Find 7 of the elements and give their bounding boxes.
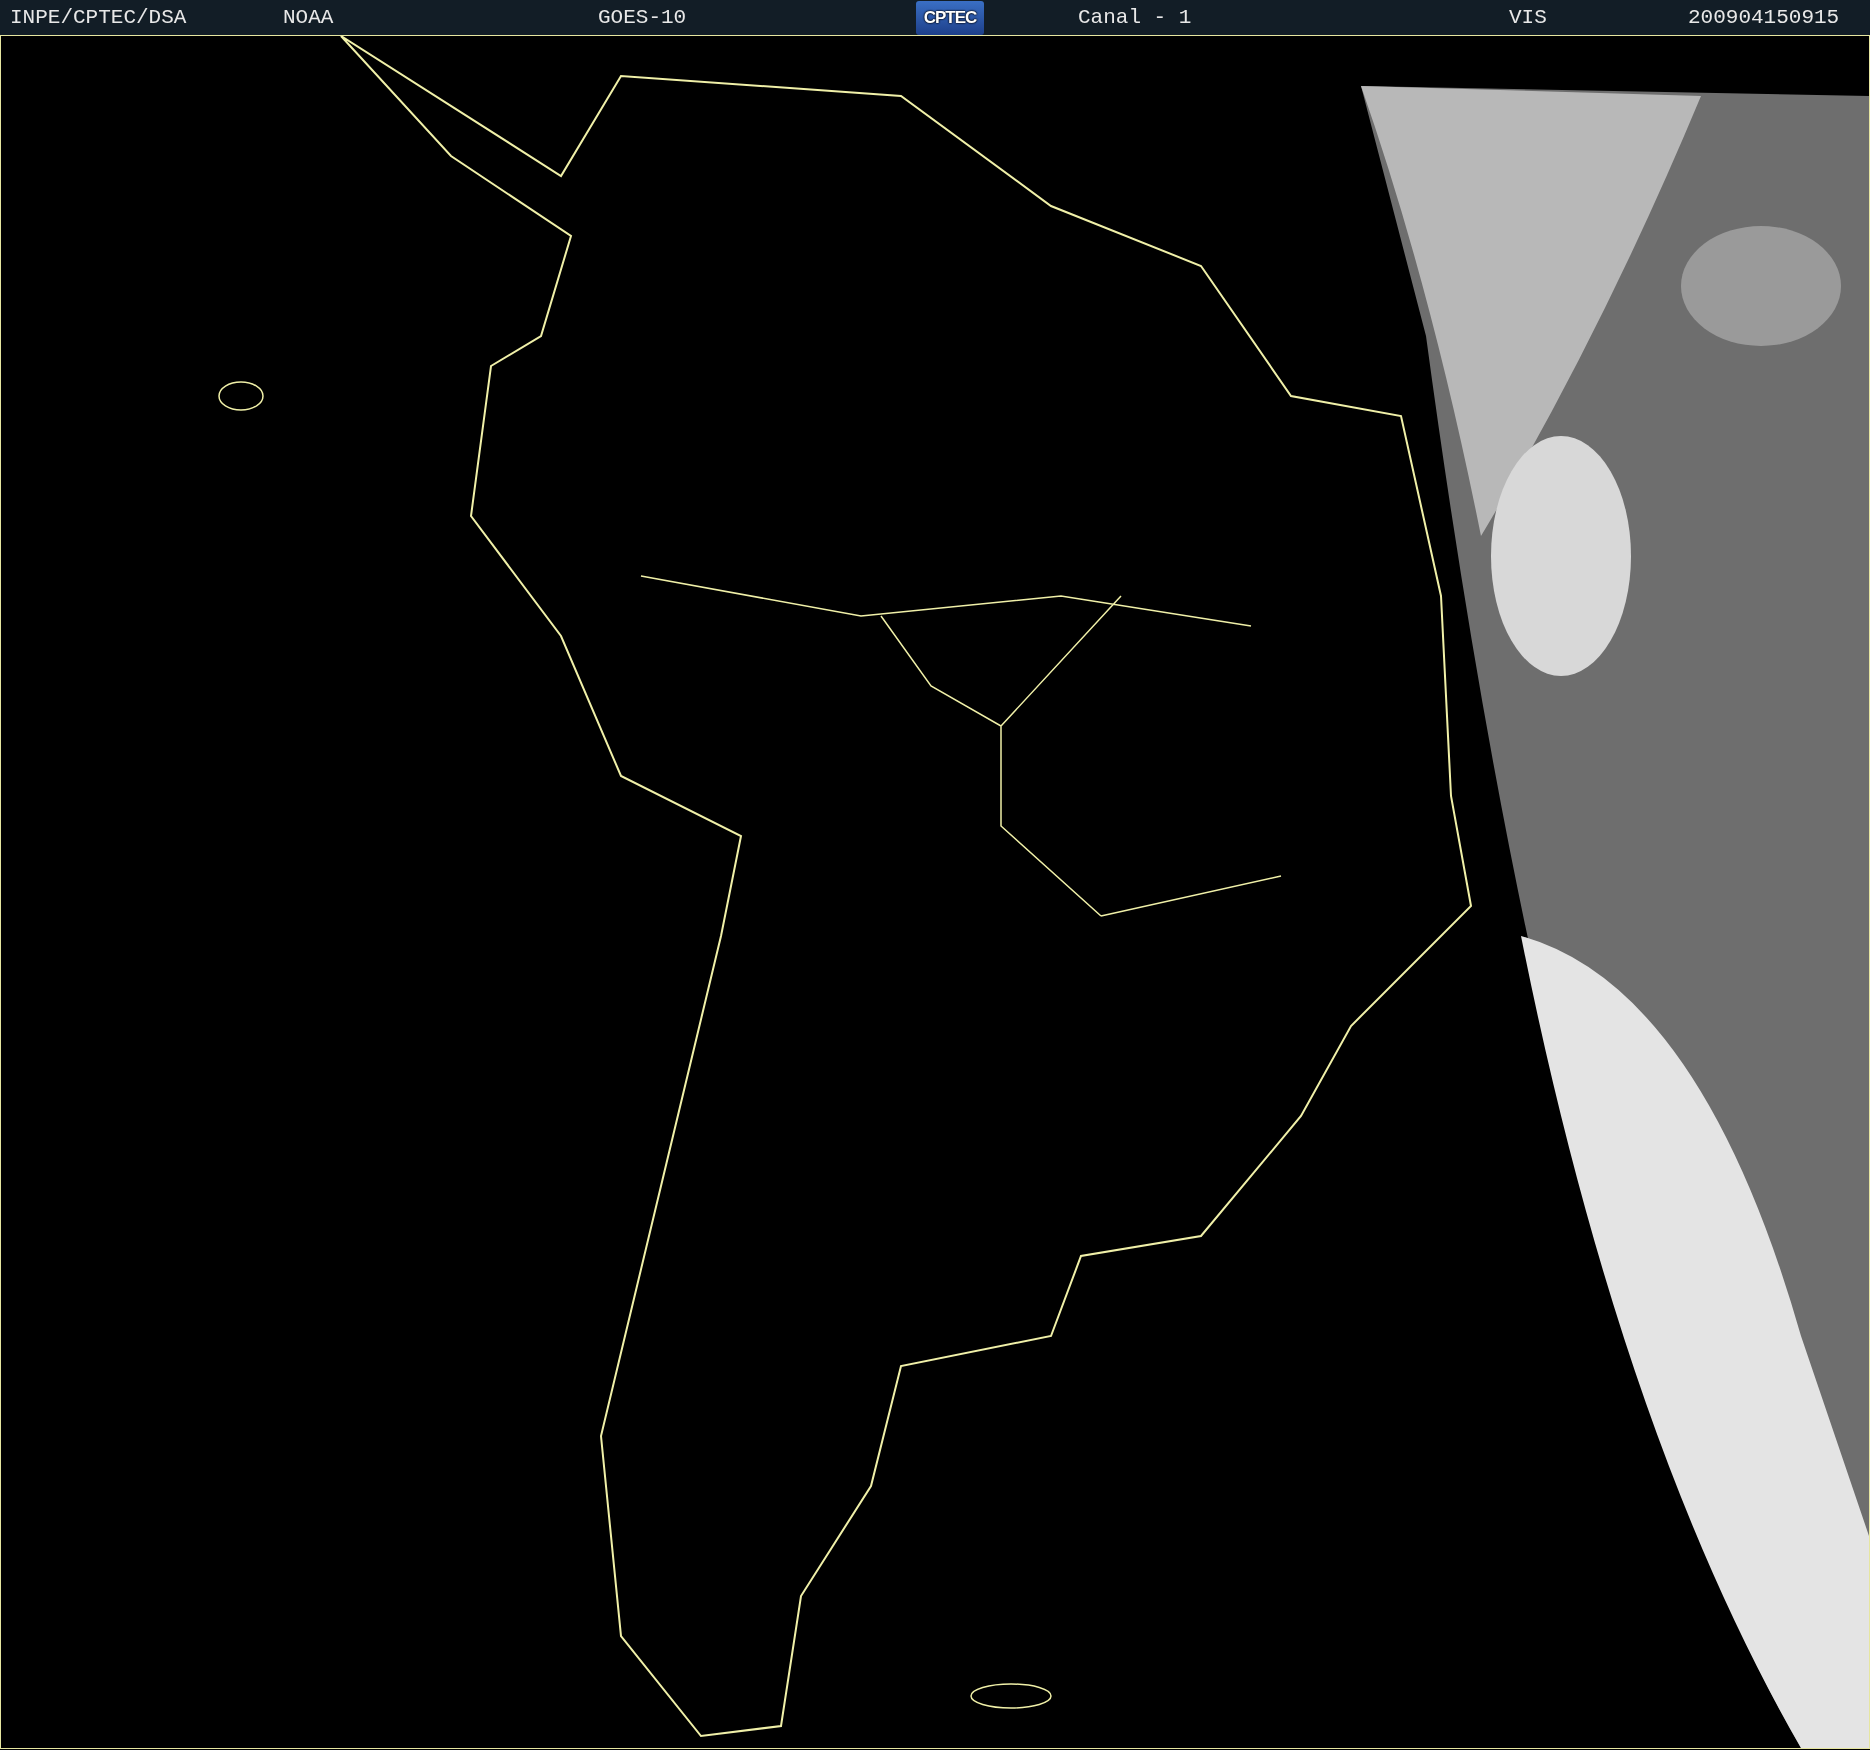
band-label: VIS (1509, 4, 1547, 31)
source-label: INPE/CPTEC/DSA (10, 4, 187, 31)
satellite-label: GOES-10 (598, 4, 687, 31)
timestamp-label: 200904150915 (1688, 4, 1840, 31)
logo: CPTEC (916, 0, 984, 35)
agency-label: NOAA (283, 4, 334, 31)
channel-label: Canal - 1 (1078, 4, 1192, 31)
